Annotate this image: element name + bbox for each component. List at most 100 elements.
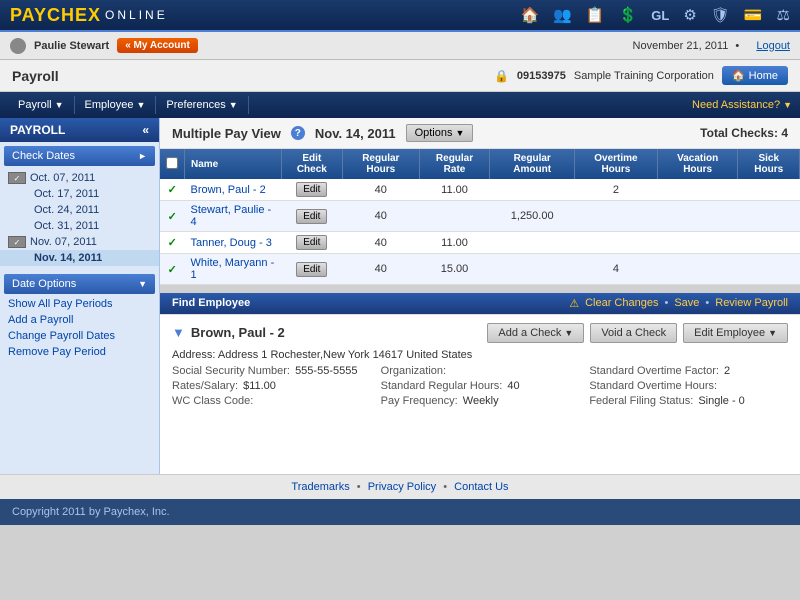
employee-fields-grid: Social Security Number: 555-55-5555 Orga… bbox=[172, 365, 788, 407]
copyright-bar: Copyright 2011 by Paychex, Inc. bbox=[0, 499, 800, 525]
check-date-row[interactable]: ✓ Oct. 07, 2011 bbox=[0, 170, 159, 186]
address-row: Address: Address 1 Rochester,New York 14… bbox=[172, 349, 788, 361]
page-title: Payroll bbox=[12, 68, 59, 84]
check-date-row-active[interactable]: Nov. 14, 2011 bbox=[0, 250, 159, 266]
reports-nav-icon[interactable]: 📋 bbox=[586, 6, 605, 24]
online-logo-text: ONLINE bbox=[105, 8, 168, 22]
sick-hours-cell bbox=[738, 232, 800, 254]
nav-preferences[interactable]: Preferences ▼ bbox=[156, 96, 248, 114]
row-checkbox-cell: ✓ bbox=[160, 179, 185, 201]
home-nav-icon[interactable]: 🏠 bbox=[521, 6, 540, 24]
save-link[interactable]: Save bbox=[674, 297, 699, 309]
edit-button[interactable]: Edit bbox=[296, 262, 327, 277]
edit-button[interactable]: Edit bbox=[296, 209, 327, 224]
edit-button[interactable]: Edit bbox=[296, 182, 327, 197]
settings-nav-icon[interactable]: ⚙ bbox=[683, 6, 696, 24]
app-logo: PAYCHEX ONLINE bbox=[10, 5, 168, 26]
clear-changes-link[interactable]: Clear Changes bbox=[585, 297, 658, 309]
employee-name-cell[interactable]: Brown, Paul - 2 bbox=[185, 179, 282, 201]
gl-nav-icon[interactable]: GL bbox=[651, 8, 669, 23]
company-id: 09153975 bbox=[517, 70, 566, 82]
employee-detail-panel: ▼ Brown, Paul - 2 Add a Check▼ Void a Ch… bbox=[160, 314, 800, 475]
nav-employee[interactable]: Employee ▼ bbox=[75, 96, 157, 114]
options-button[interactable]: Options▼ bbox=[406, 124, 474, 142]
home-button[interactable]: 🏠 Home bbox=[722, 66, 788, 85]
current-date: November 21, 2011 • Logout bbox=[633, 40, 790, 52]
check-mark-icon: ✓ bbox=[168, 237, 177, 249]
privacy-policy-link[interactable]: Privacy Policy bbox=[368, 481, 436, 493]
footer-separator: • bbox=[357, 481, 361, 493]
ot-hours-cell: 2 bbox=[574, 179, 657, 201]
money-nav-icon[interactable]: 💲 bbox=[619, 6, 638, 24]
check-date-row[interactable]: ✓ Nov. 07, 2011 bbox=[0, 234, 159, 250]
reg-hours-cell: 40 bbox=[342, 232, 419, 254]
check-date-row[interactable]: Oct. 24, 2011 bbox=[0, 202, 159, 218]
check-date-row[interactable]: Oct. 31, 2011 bbox=[0, 218, 159, 234]
edit-cell: Edit bbox=[281, 179, 342, 201]
check-dates-header[interactable]: Check Dates ► bbox=[4, 146, 155, 166]
reg-rate-cell bbox=[419, 201, 490, 232]
employee-name-cell[interactable]: White, Maryann - 1 bbox=[185, 254, 282, 285]
col-header-reg-amount: Regular Amount bbox=[490, 149, 575, 179]
vac-hours-cell bbox=[657, 232, 738, 254]
shield-nav-icon[interactable]: 🛡 bbox=[711, 6, 730, 24]
reg-amount-cell: 1,250.00 bbox=[490, 201, 575, 232]
header-nav-icons: 🏠 👥 📋 💲 GL ⚙ 🛡 💳 ⚖ bbox=[521, 6, 790, 24]
need-assistance-link[interactable]: Need Assistance? ▼ bbox=[692, 99, 792, 111]
employee-name-cell[interactable]: Tanner, Doug - 3 bbox=[185, 232, 282, 254]
logout-link[interactable]: Logout bbox=[756, 40, 790, 52]
ot-hours-cell: 4 bbox=[574, 254, 657, 285]
card-nav-icon[interactable]: 💳 bbox=[744, 6, 763, 24]
sick-hours-cell bbox=[738, 201, 800, 232]
edit-cell: Edit bbox=[281, 201, 342, 232]
fed-filing-field: Federal Filing Status: Single - 0 bbox=[589, 395, 788, 407]
employee-action-buttons: Add a Check▼ Void a Check Edit Employee▼ bbox=[487, 323, 788, 343]
check-date-row[interactable]: Oct. 17, 2011 bbox=[0, 186, 159, 202]
vac-hours-cell bbox=[657, 179, 738, 201]
vac-hours-cell bbox=[657, 201, 738, 232]
employee-name-cell[interactable]: Stewart, Paulie - 4 bbox=[185, 201, 282, 232]
employee-detail-name[interactable]: ▼ Brown, Paul - 2 bbox=[172, 325, 285, 340]
reg-rate-cell: 11.00 bbox=[419, 232, 490, 254]
trademarks-link[interactable]: Trademarks bbox=[291, 481, 349, 493]
add-check-button[interactable]: Add a Check▼ bbox=[487, 323, 584, 343]
show-all-pay-periods-link[interactable]: Show All Pay Periods bbox=[0, 296, 159, 312]
main-navbar: Payroll ▼ Employee ▼ Preferences ▼ Need … bbox=[0, 92, 800, 118]
sidebar-collapse-icon[interactable]: « bbox=[142, 123, 149, 137]
std-ot-field: Standard Overtime Factor: 2 bbox=[589, 365, 788, 377]
vac-hours-cell bbox=[657, 254, 738, 285]
void-check-button[interactable]: Void a Check bbox=[590, 323, 677, 343]
change-payroll-dates-link[interactable]: Change Payroll Dates bbox=[0, 328, 159, 344]
footer-separator: • bbox=[443, 481, 447, 493]
org-field: Organization: bbox=[381, 365, 580, 377]
scale-nav-icon[interactable]: ⚖ bbox=[777, 6, 790, 24]
reg-amount-cell bbox=[490, 232, 575, 254]
expand-icon: ▼ bbox=[172, 325, 185, 340]
help-icon[interactable]: ? bbox=[291, 126, 305, 140]
my-account-button[interactable]: « My Account bbox=[117, 38, 198, 53]
add-a-payroll-link[interactable]: Add a Payroll bbox=[0, 312, 159, 328]
ssn-field: Social Security Number: 555-55-5555 bbox=[172, 365, 371, 377]
contact-us-link[interactable]: Contact Us bbox=[454, 481, 508, 493]
sick-hours-cell bbox=[738, 254, 800, 285]
action-links-group: ⚠ Clear Changes • Save • Review Payroll bbox=[569, 297, 788, 310]
date-options-header[interactable]: Date Options ▼ bbox=[4, 274, 155, 294]
user-info: Paulie Stewart « My Account bbox=[10, 38, 198, 54]
col-header-edit: Edit Check bbox=[281, 149, 342, 179]
review-payroll-link[interactable]: Review Payroll bbox=[715, 297, 788, 309]
std-ot-hours-field: Standard Overtime Hours: bbox=[589, 380, 788, 392]
sidebar: PAYROLL « Check Dates ► ✓ Oct. 07, 2011 … bbox=[0, 118, 160, 474]
username-label: Paulie Stewart bbox=[34, 40, 109, 52]
separator: • bbox=[705, 297, 709, 309]
edit-employee-button[interactable]: Edit Employee▼ bbox=[683, 323, 788, 343]
users-nav-icon[interactable]: 👥 bbox=[553, 6, 572, 24]
edit-button[interactable]: Edit bbox=[296, 235, 327, 250]
reg-rate-cell: 11.00 bbox=[419, 179, 490, 201]
nav-payroll[interactable]: Payroll ▼ bbox=[8, 96, 75, 114]
select-all-checkbox[interactable] bbox=[166, 157, 178, 169]
sick-hours-cell bbox=[738, 179, 800, 201]
main-content-area: Multiple Pay View ? Nov. 14, 2011 Option… bbox=[160, 118, 800, 474]
page-header-bar: Payroll 🔒 09153975 Sample Training Corpo… bbox=[0, 60, 800, 92]
remove-pay-period-link[interactable]: Remove Pay Period bbox=[0, 344, 159, 360]
rates-field: Rates/Salary: $11.00 bbox=[172, 380, 371, 392]
